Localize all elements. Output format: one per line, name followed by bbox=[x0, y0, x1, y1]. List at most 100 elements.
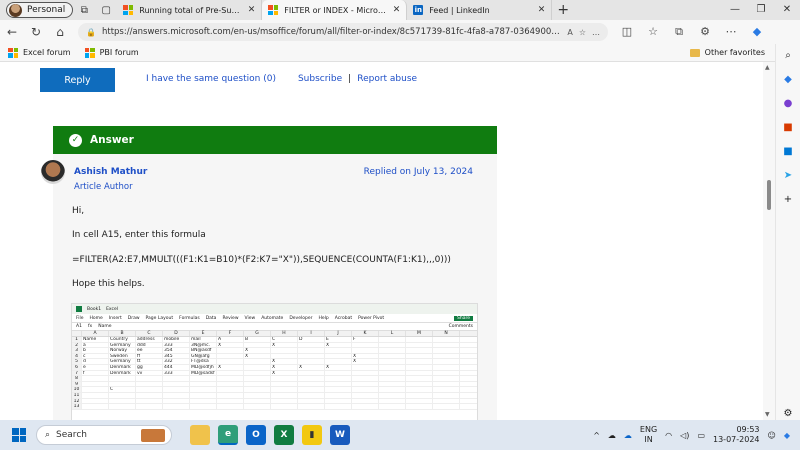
close-tab-icon[interactable]: ✕ bbox=[393, 5, 401, 15]
tab-running-total[interactable]: Running total of Pre-Summed Da ✕ bbox=[117, 0, 263, 20]
excel-cell bbox=[298, 398, 325, 404]
replied-date[interactable]: Replied on July 13, 2024 bbox=[364, 167, 473, 177]
add-sidebar-icon[interactable]: + bbox=[776, 188, 800, 212]
system-clock[interactable]: 09:53 13-07-2024 bbox=[713, 425, 760, 445]
scroll-down-icon[interactable]: ▼ bbox=[765, 411, 770, 418]
notification-icon[interactable]: ☺ bbox=[768, 431, 776, 440]
minimize-icon[interactable]: — bbox=[722, 0, 748, 20]
windows-start-icon[interactable] bbox=[12, 428, 26, 442]
page-scrollbar[interactable]: ▲ ▼ bbox=[763, 62, 775, 420]
scroll-thumb[interactable] bbox=[767, 180, 771, 210]
word-icon[interactable]: W bbox=[330, 425, 350, 445]
battery-icon[interactable]: ▭ bbox=[697, 431, 705, 440]
power-bi-icon[interactable]: ▮ bbox=[302, 425, 322, 445]
excel-cell bbox=[433, 364, 460, 370]
window-controls: — ❐ ✕ bbox=[722, 0, 800, 20]
extensions-icon[interactable]: ⚙ bbox=[692, 25, 718, 39]
restore-icon[interactable]: ❐ bbox=[748, 0, 774, 20]
input-language[interactable]: ENG IN bbox=[640, 425, 657, 445]
onedrive-icon[interactable]: ☁ bbox=[624, 431, 632, 440]
excel-cell bbox=[82, 387, 109, 392]
clock-time: 09:53 bbox=[736, 425, 760, 434]
other-favorites[interactable]: Other favorites bbox=[689, 48, 765, 57]
collections-icon[interactable]: ⧉ bbox=[666, 25, 692, 39]
excel-cell bbox=[82, 381, 109, 387]
excel-cell bbox=[271, 392, 298, 398]
wifi-icon[interactable]: ◠ bbox=[665, 431, 672, 440]
weather-icon[interactable]: ☁ bbox=[608, 431, 616, 440]
excel-cell: X bbox=[325, 342, 352, 348]
taskbar-search[interactable]: ⌕ Search bbox=[36, 425, 172, 445]
excel-column-header: N bbox=[433, 331, 460, 336]
new-tab-icon[interactable]: + bbox=[552, 2, 574, 18]
close-tab-icon[interactable]: ✕ bbox=[248, 5, 256, 15]
read-aloud-icon[interactable]: A bbox=[567, 28, 572, 37]
excel-cell: X bbox=[244, 353, 271, 359]
office-icon[interactable]: ■ bbox=[776, 116, 800, 140]
profile-button[interactable]: Personal bbox=[6, 2, 74, 18]
outlook-icon[interactable]: ■ bbox=[776, 140, 800, 164]
tab-actions-icon[interactable]: ▢ bbox=[95, 0, 117, 20]
same-question-link[interactable]: I have the same question (0) bbox=[146, 74, 276, 84]
answer-greeting: Hi, bbox=[72, 206, 85, 216]
volume-icon[interactable]: ◁) bbox=[680, 431, 689, 440]
excel-column-header: D bbox=[163, 331, 190, 336]
home-icon[interactable]: ⌂ bbox=[48, 25, 72, 39]
excel-cell: MD@sadsf bbox=[190, 370, 217, 376]
excel-cell bbox=[244, 359, 271, 364]
excel-cell bbox=[406, 337, 433, 342]
reply-button[interactable]: Reply bbox=[40, 68, 115, 92]
shopping-icon[interactable]: ◆ bbox=[776, 68, 800, 92]
workspaces-icon[interactable]: ⧉ bbox=[73, 0, 95, 20]
refresh-icon[interactable]: ↻ bbox=[24, 25, 48, 39]
excel-icon[interactable]: X bbox=[274, 425, 294, 445]
close-window-icon[interactable]: ✕ bbox=[774, 0, 800, 20]
outlook-icon[interactable]: O bbox=[246, 425, 266, 445]
excel-cell bbox=[109, 381, 136, 387]
tab-filter-or-index[interactable]: FILTER or INDEX - Microsoft Com ✕ bbox=[262, 0, 408, 20]
excel-cell bbox=[406, 353, 433, 359]
copilot-tray-icon[interactable]: ◆ bbox=[784, 431, 790, 440]
excel-cell: 345 bbox=[163, 353, 190, 359]
file-explorer-icon[interactable] bbox=[190, 425, 210, 445]
favorite-star-icon[interactable]: ☆ bbox=[579, 28, 586, 37]
taskbar-apps: e O X ▮ W bbox=[190, 425, 350, 445]
excel-cell bbox=[433, 337, 460, 342]
excel-cell bbox=[244, 370, 271, 376]
excel-cell bbox=[352, 376, 379, 381]
excel-cell bbox=[109, 398, 136, 404]
excel-formula-bar: A1 fx Name Comments bbox=[72, 323, 477, 331]
tab-linkedin[interactable]: in Feed | LinkedIn ✕ bbox=[407, 0, 553, 20]
more-address-icon[interactable]: … bbox=[592, 28, 600, 37]
report-abuse-link[interactable]: Report abuse bbox=[357, 74, 417, 84]
author-name[interactable]: Ashish Mathur bbox=[74, 167, 147, 177]
close-tab-icon[interactable]: ✕ bbox=[538, 5, 546, 15]
tab-title: Running total of Pre-Summed Da bbox=[139, 5, 241, 15]
back-icon[interactable]: ← bbox=[0, 25, 24, 39]
excel-ribbon-tab: Draw bbox=[127, 315, 140, 321]
address-bar[interactable]: 🔒 https://answers.microsoft.com/en-us/ms… bbox=[78, 23, 608, 41]
browser-menu-icon[interactable]: ⋯ bbox=[718, 25, 744, 39]
tools-icon[interactable]: ● bbox=[776, 92, 800, 116]
edge-browser-icon[interactable]: e bbox=[218, 425, 238, 445]
excel-cell bbox=[325, 404, 352, 409]
search-icon[interactable]: ⌕ bbox=[776, 44, 800, 68]
favorites-icon[interactable]: ☆ bbox=[640, 25, 666, 39]
split-screen-icon[interactable]: ◫ bbox=[614, 25, 640, 39]
bookmark-pbi-forum[interactable]: PBI forum bbox=[84, 47, 139, 58]
lock-icon[interactable]: 🔒 bbox=[86, 28, 96, 37]
search-highlight-icon bbox=[141, 429, 165, 442]
excel-ribbon-tab: Formulas bbox=[179, 315, 200, 321]
excel-cell bbox=[298, 359, 325, 364]
telegram-icon[interactable]: ➤ bbox=[776, 164, 800, 188]
excel-column-header: C bbox=[136, 331, 163, 336]
copilot-icon[interactable]: ◆ bbox=[744, 25, 770, 39]
excel-logo-icon bbox=[76, 306, 82, 312]
author-avatar[interactable] bbox=[41, 160, 65, 184]
scroll-up-icon[interactable]: ▲ bbox=[765, 64, 770, 71]
bookmark-excel-forum[interactable]: Excel forum bbox=[8, 47, 71, 58]
show-hidden-icons[interactable]: ^ bbox=[593, 431, 600, 440]
subscribe-link[interactable]: Subscribe bbox=[298, 74, 342, 84]
excel-cell: X bbox=[325, 364, 352, 370]
excel-cell: vv bbox=[136, 370, 163, 376]
